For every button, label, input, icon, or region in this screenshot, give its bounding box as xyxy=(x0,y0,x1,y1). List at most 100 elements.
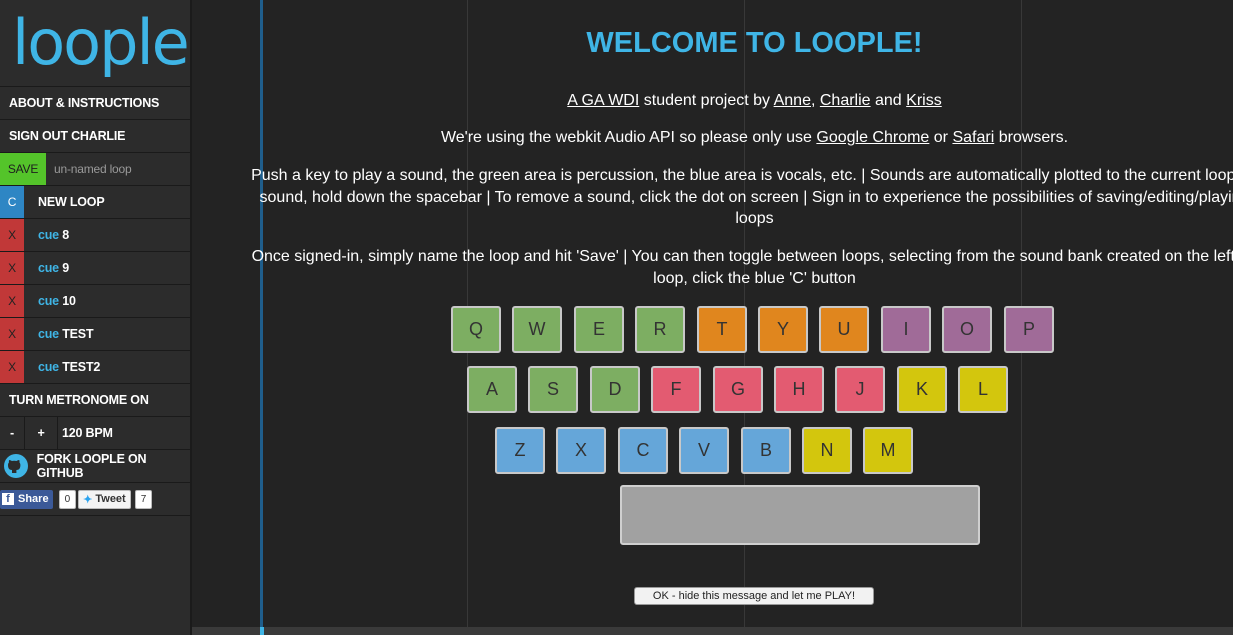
key-i[interactable]: I xyxy=(881,306,931,353)
facebook-icon: f xyxy=(2,493,14,505)
browser-note-text: We're using the webkit Audio API so plea… xyxy=(440,129,817,146)
twitter-bird-icon: ✦ xyxy=(83,493,93,506)
key-n[interactable]: N xyxy=(802,427,852,474)
cue-label: cue xyxy=(38,327,59,341)
bpm-decrease-button[interactable]: - xyxy=(0,417,24,449)
new-loop-button[interactable]: C xyxy=(0,186,24,218)
logo-text: loople xyxy=(12,6,190,79)
remove-loop-button[interactable]: X xyxy=(0,285,24,317)
loop-item[interactable]: X cue TEST2 xyxy=(0,351,190,384)
instructions-line-3: loops xyxy=(735,210,774,227)
kriss-link[interactable]: Kriss xyxy=(906,92,942,109)
logo[interactable]: loople xyxy=(0,0,190,87)
key-l[interactable]: L xyxy=(958,366,1008,413)
credits-line: A GA WDI student project by Anne, Charli… xyxy=(192,90,1233,112)
key-v[interactable]: V xyxy=(679,427,729,474)
github-label: FORK LOOPLE ON GITHUB xyxy=(36,452,147,480)
key-f[interactable]: F xyxy=(651,366,701,413)
metronome-label: TURN METRONOME ON xyxy=(9,393,149,407)
spacebar-key[interactable] xyxy=(620,485,980,545)
tweet-button[interactable]: ✦ Tweet xyxy=(78,489,131,509)
remove-loop-button[interactable]: X xyxy=(0,351,24,383)
about-label: ABOUT & INSTRUCTIONS xyxy=(9,96,160,110)
key-b[interactable]: B xyxy=(741,427,791,474)
cue-label: cue xyxy=(38,360,59,374)
cue-label: cue xyxy=(38,294,59,308)
browser-note: We're using the webkit Audio API so plea… xyxy=(192,127,1233,149)
loop-name: 9 xyxy=(62,261,69,275)
loop-name: TEST xyxy=(62,327,94,341)
instructions-paragraph: Push a key to play a sound, the green ar… xyxy=(192,165,1233,230)
key-s[interactable]: S xyxy=(528,366,578,413)
bpm-value: 120 BPM xyxy=(62,426,113,440)
key-t[interactable]: T xyxy=(697,306,747,353)
instructions-line-2: sound, hold down the spacebar | To remov… xyxy=(259,188,1233,206)
new-loop-label: NEW LOOP xyxy=(38,195,105,209)
metronome-toggle[interactable]: TURN METRONOME ON xyxy=(0,384,190,417)
ga-wdi-link[interactable]: A GA WDI xyxy=(567,92,639,109)
key-r[interactable]: R xyxy=(635,306,685,353)
share-label: Share xyxy=(18,493,49,505)
tweet-count: 7 xyxy=(134,489,153,509)
signin-line-2: loop, click the blue 'C' button xyxy=(653,269,856,287)
sign-out-link[interactable]: SIGN OUT CHARLIE xyxy=(0,120,190,153)
social-bar: f Share 0 ✦ Tweet 7 xyxy=(0,483,190,516)
loop-name: 10 xyxy=(62,294,76,308)
anne-link[interactable]: Anne xyxy=(774,92,811,109)
bpm-row: - + 120 BPM xyxy=(0,417,190,450)
key-q[interactable]: Q xyxy=(451,306,501,353)
key-g[interactable]: G xyxy=(713,366,763,413)
tweet-label: Tweet xyxy=(95,493,126,505)
remove-loop-button[interactable]: X xyxy=(0,252,24,284)
new-loop-row[interactable]: C NEW LOOP xyxy=(0,186,190,219)
hide-message-button[interactable]: OK - hide this message and let me PLAY! xyxy=(634,587,874,605)
loop-item[interactable]: X cue TEST xyxy=(0,318,190,351)
save-row: SAVE un-named loop xyxy=(0,153,190,186)
loop-name-input[interactable]: un-named loop xyxy=(46,162,132,176)
key-d[interactable]: D xyxy=(590,366,640,413)
key-m[interactable]: M xyxy=(863,427,913,474)
loop-item[interactable]: X cue 9 xyxy=(0,252,190,285)
bpm-increase-button[interactable]: + xyxy=(24,417,58,449)
key-x[interactable]: X xyxy=(556,427,606,474)
sidebar: loople ABOUT & INSTRUCTIONS SIGN OUT CHA… xyxy=(0,0,192,635)
key-p[interactable]: P xyxy=(1004,306,1054,353)
key-h[interactable]: H xyxy=(774,366,824,413)
share-count: 0 xyxy=(58,489,77,509)
key-y[interactable]: Y xyxy=(758,306,808,353)
credits-and: and xyxy=(870,92,907,109)
loop-item[interactable]: X cue 10 xyxy=(0,285,190,318)
github-icon xyxy=(0,453,33,479)
key-u[interactable]: U xyxy=(819,306,869,353)
key-z[interactable]: Z xyxy=(495,427,545,474)
credits-text: student project by xyxy=(639,92,774,109)
key-a[interactable]: A xyxy=(467,366,517,413)
loop-canvas[interactable]: WELCOME TO LOOPLE! A GA WDI student proj… xyxy=(192,0,1233,635)
welcome-title: WELCOME TO LOOPLE! xyxy=(586,27,923,59)
signin-paragraph: Once signed-in, simply name the loop and… xyxy=(192,246,1233,289)
instructions-line-1: Push a key to play a sound, the green ar… xyxy=(251,167,1233,184)
cue-label: cue xyxy=(38,261,59,275)
credits-comma: , xyxy=(810,92,820,109)
chrome-link[interactable]: Google Chrome xyxy=(816,129,929,146)
facebook-share-button[interactable]: f Share xyxy=(0,489,53,509)
github-link[interactable]: FORK LOOPLE ON GITHUB xyxy=(0,450,190,483)
browser-note-or: or xyxy=(929,129,953,146)
key-e[interactable]: E xyxy=(574,306,624,353)
remove-loop-button[interactable]: X xyxy=(0,318,24,350)
key-o[interactable]: O xyxy=(942,306,992,353)
charlie-link[interactable]: Charlie xyxy=(820,92,871,109)
key-k[interactable]: K xyxy=(897,366,947,413)
key-c[interactable]: C xyxy=(618,427,668,474)
about-instructions-link[interactable]: ABOUT & INSTRUCTIONS xyxy=(0,87,190,120)
loop-item[interactable]: X cue 8 xyxy=(0,219,190,252)
browser-note-end: browsers. xyxy=(994,129,1069,146)
signin-line-1: Once signed-in, simply name the loop and… xyxy=(251,248,1233,265)
loop-name: TEST2 xyxy=(62,360,101,374)
key-w[interactable]: W xyxy=(512,306,562,353)
welcome-overlay: WELCOME TO LOOPLE! A GA WDI student proj… xyxy=(192,0,1233,635)
remove-loop-button[interactable]: X xyxy=(0,219,24,251)
save-button[interactable]: SAVE xyxy=(0,153,46,185)
safari-link[interactable]: Safari xyxy=(952,129,994,146)
key-j[interactable]: J xyxy=(835,366,885,413)
